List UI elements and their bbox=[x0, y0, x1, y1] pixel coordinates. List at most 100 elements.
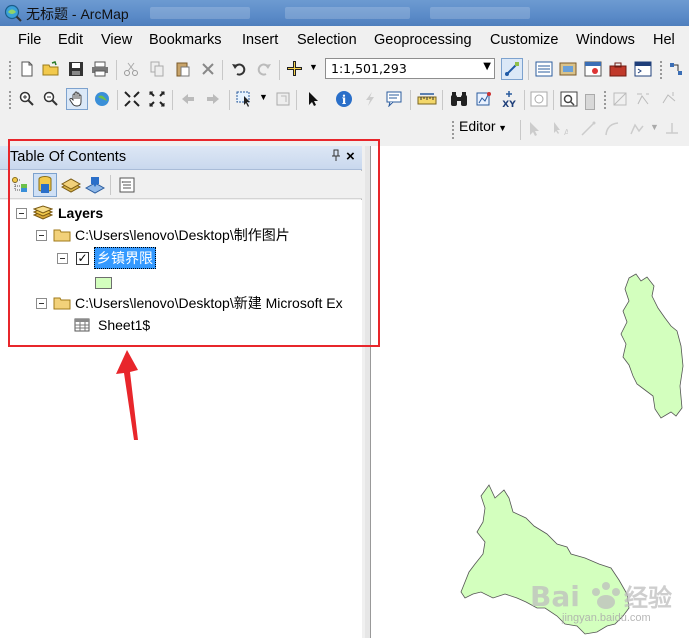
toolbar-grip[interactable] bbox=[660, 61, 663, 79]
background-tab-ghost bbox=[430, 7, 530, 19]
menu-edit[interactable]: Edit bbox=[58, 32, 83, 48]
viewer-window-icon[interactable] bbox=[559, 89, 579, 109]
select-features-icon[interactable] bbox=[235, 89, 255, 109]
toc-options-icon[interactable] bbox=[117, 175, 137, 195]
toolbar-grip[interactable] bbox=[604, 91, 607, 109]
tree-node-table-1[interactable]: Sheet1$ bbox=[74, 314, 150, 336]
svg-text:Bai: Bai bbox=[530, 580, 580, 613]
pin-icon[interactable] bbox=[331, 149, 341, 165]
menu-bookmarks[interactable]: Bookmarks bbox=[149, 32, 222, 48]
python-icon[interactable] bbox=[633, 59, 653, 79]
edit-annotation-icon[interactable]: A bbox=[550, 119, 570, 139]
township-polygon-east bbox=[620, 273, 684, 419]
undo-icon[interactable] bbox=[229, 59, 249, 79]
end-point-arc-icon[interactable] bbox=[602, 119, 622, 139]
catalog-icon[interactable] bbox=[558, 59, 578, 79]
fixed-zoom-out-icon[interactable] bbox=[147, 89, 167, 109]
clear-selection-icon[interactable] bbox=[273, 89, 293, 109]
toolbar-grip[interactable] bbox=[9, 91, 12, 109]
title-bar: 无标题 - ArcMap bbox=[0, 0, 689, 26]
menu-windows[interactable]: Windows bbox=[576, 32, 635, 48]
polygon-symbol-swatch[interactable] bbox=[95, 277, 112, 289]
back-icon[interactable] bbox=[178, 89, 198, 109]
delete-icon[interactable] bbox=[198, 59, 218, 79]
menu-insert[interactable]: Insert bbox=[242, 32, 278, 48]
list-by-visibility-icon[interactable] bbox=[61, 175, 81, 195]
pan-icon[interactable] bbox=[66, 88, 88, 110]
measure-icon[interactable] bbox=[417, 89, 437, 109]
html-popup-icon[interactable] bbox=[385, 89, 405, 109]
zoom-out-icon[interactable] bbox=[41, 89, 61, 109]
menu-file[interactable]: File bbox=[18, 32, 41, 48]
toc-header: Table Of Contents × bbox=[0, 146, 362, 170]
forward-icon[interactable] bbox=[203, 89, 223, 109]
construction-dropdown-icon[interactable]: ▼ bbox=[650, 122, 659, 132]
zoom-in-icon[interactable] bbox=[17, 89, 37, 109]
layer-1-name[interactable]: 乡镇界限 bbox=[94, 247, 156, 269]
map-scale-combobox[interactable]: 1:1,501,293 ▼ bbox=[325, 58, 495, 79]
add-data-icon[interactable] bbox=[284, 59, 304, 79]
tools-toolbar: ▼ i XY bbox=[0, 86, 689, 114]
tree-node-folder-2[interactable]: C:\Users\lenovo\Desktop\新建 Microsoft Ex bbox=[36, 292, 343, 314]
identify-icon[interactable]: i bbox=[334, 89, 354, 109]
menu-customize[interactable]: Customize bbox=[490, 32, 559, 48]
table-1-name: Sheet1$ bbox=[98, 317, 151, 333]
edit-vertices-icon[interactable] bbox=[633, 89, 653, 109]
table-of-contents-icon[interactable] bbox=[534, 59, 554, 79]
collapse-icon[interactable] bbox=[36, 229, 47, 241]
cut-icon[interactable] bbox=[121, 59, 141, 79]
folder-icon bbox=[53, 297, 71, 310]
arctoolbox-icon[interactable] bbox=[608, 59, 628, 79]
collapse-icon[interactable] bbox=[36, 297, 47, 309]
layer-visibility-checkbox[interactable]: ✓ bbox=[76, 251, 89, 265]
edit-tool-icon[interactable] bbox=[525, 119, 545, 139]
open-folder-icon[interactable] bbox=[41, 59, 61, 79]
save-icon[interactable] bbox=[66, 59, 86, 79]
hyperlink-icon[interactable] bbox=[360, 89, 380, 109]
tree-node-layer-1[interactable]: ✓ 乡镇界限 bbox=[57, 247, 156, 269]
editor-toolbar-icon[interactable] bbox=[501, 58, 523, 80]
collapse-icon[interactable] bbox=[57, 252, 68, 264]
chevron-down-icon[interactable]: ▼ bbox=[483, 61, 491, 72]
split-tool-icon[interactable] bbox=[662, 119, 682, 139]
time-slider-icon[interactable] bbox=[529, 89, 549, 109]
toolbar-grip[interactable] bbox=[9, 61, 12, 79]
map-canvas[interactable] bbox=[370, 146, 689, 638]
select-dropdown-icon[interactable]: ▼ bbox=[259, 92, 268, 102]
straight-segment-icon[interactable] bbox=[578, 119, 598, 139]
toolbar-overflow-icon[interactable] bbox=[585, 94, 595, 110]
reshape-icon[interactable] bbox=[659, 89, 679, 109]
menu-help[interactable]: Hel bbox=[653, 32, 675, 48]
paste-icon[interactable] bbox=[173, 59, 193, 79]
search-window-icon[interactable] bbox=[583, 59, 603, 79]
list-by-source-icon[interactable] bbox=[33, 173, 57, 197]
fixed-zoom-in-icon[interactable] bbox=[122, 89, 142, 109]
add-data-dropdown-icon[interactable]: ▼ bbox=[309, 62, 318, 72]
select-elements-icon[interactable] bbox=[304, 89, 324, 109]
find-route-icon[interactable] bbox=[474, 89, 494, 109]
list-by-selection-icon[interactable] bbox=[85, 175, 105, 195]
svg-text:A: A bbox=[564, 128, 568, 137]
trace-icon[interactable] bbox=[627, 119, 647, 139]
toolbar-separator bbox=[296, 90, 297, 110]
menu-view[interactable]: View bbox=[101, 32, 132, 48]
tree-node-layers[interactable]: Layers bbox=[16, 202, 103, 224]
geoprocessing-icon[interactable] bbox=[666, 59, 686, 79]
redo-icon[interactable] bbox=[254, 59, 274, 79]
editor-menu-button[interactable]: Editor ▼ bbox=[459, 118, 507, 134]
close-icon[interactable]: × bbox=[346, 148, 355, 165]
toolbar-separator bbox=[222, 60, 223, 80]
menu-geoprocessing[interactable]: Geoprocessing bbox=[374, 32, 472, 48]
collapse-icon[interactable] bbox=[16, 207, 27, 219]
list-by-drawing-order-icon[interactable] bbox=[10, 175, 30, 195]
draw-rectangle-icon[interactable] bbox=[610, 89, 630, 109]
copy-icon[interactable] bbox=[147, 59, 167, 79]
new-document-icon[interactable] bbox=[17, 59, 37, 79]
tree-node-folder-1[interactable]: C:\Users\lenovo\Desktop\制作图片 bbox=[36, 224, 290, 246]
print-icon[interactable] bbox=[90, 59, 110, 79]
find-icon[interactable] bbox=[449, 89, 469, 109]
menu-selection[interactable]: Selection bbox=[297, 32, 357, 48]
go-to-xy-icon[interactable]: XY bbox=[499, 89, 519, 109]
toolbar-grip[interactable] bbox=[452, 121, 455, 139]
full-extent-icon[interactable] bbox=[92, 89, 112, 109]
